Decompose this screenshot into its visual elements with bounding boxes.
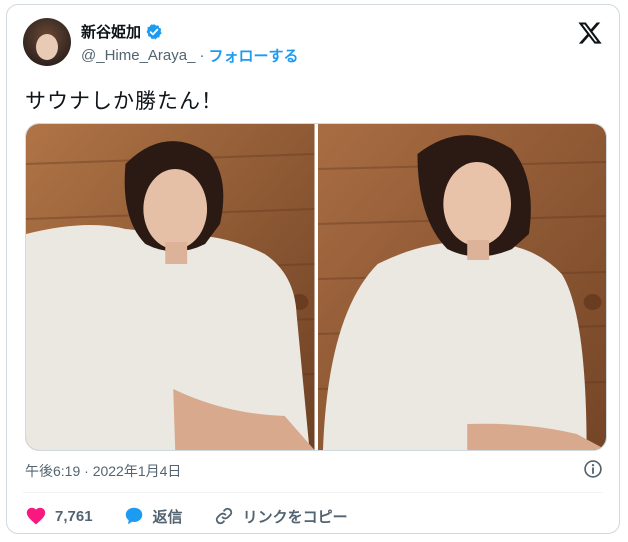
sauna-photo-1-image: [26, 124, 315, 450]
copy-link-label: リンクをコピー: [242, 508, 348, 526]
author-handle[interactable]: @_Hime_Araya_: [81, 47, 195, 64]
author-name-row: 新谷姫加: [81, 21, 163, 42]
action-bar: 7,761 返信 リンクをコピー: [25, 505, 348, 527]
author-display-name[interactable]: 新谷姫加: [81, 21, 141, 42]
reply-bubble-icon: [125, 507, 142, 525]
tweet-timestamp[interactable]: 午後6:19 · 2022年1月4日: [25, 461, 181, 481]
tweet-card: 新谷姫加 @_Hime_Araya_ · フォローする サウナしか勝たん！ 午後…: [6, 4, 620, 534]
avatar[interactable]: [23, 18, 71, 66]
like-button[interactable]: 7,761: [25, 505, 93, 527]
author-handle-row: @_Hime_Araya_ · フォローする: [81, 45, 298, 66]
copy-link-button[interactable]: リンクをコピー: [213, 505, 348, 527]
tweet-text: サウナしか勝たん！: [25, 90, 223, 113]
divider: [23, 492, 603, 493]
media-grid: [25, 123, 607, 451]
photo-1[interactable]: [26, 124, 315, 450]
info-icon[interactable]: [583, 459, 603, 479]
heart-icon: [26, 507, 46, 525]
follow-button[interactable]: フォローする: [208, 45, 298, 66]
sauna-photo-2-image: [317, 124, 606, 450]
verified-badge-icon: [146, 23, 162, 39]
avatar-face: [36, 34, 58, 60]
link-icon: [215, 507, 232, 525]
reply-label: 返信: [152, 508, 183, 526]
photo-2[interactable]: [317, 124, 606, 450]
handle-separator: ·: [199, 47, 205, 64]
like-count: 7,761: [55, 507, 93, 525]
x-logo-icon[interactable]: [577, 20, 603, 46]
reply-button[interactable]: 返信: [123, 505, 183, 527]
